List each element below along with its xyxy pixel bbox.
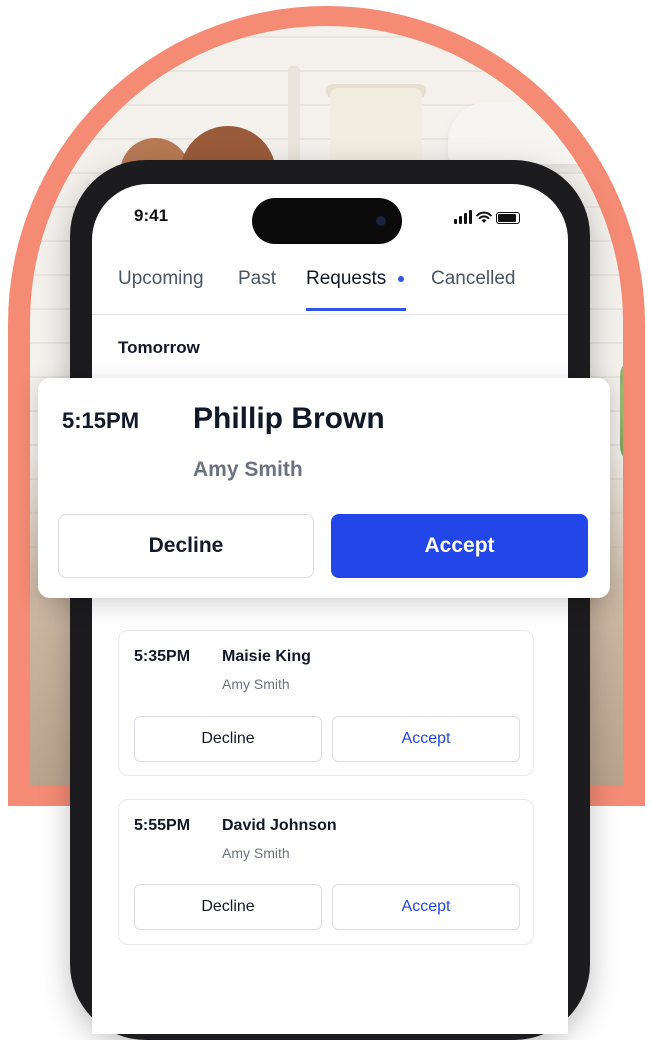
range-hood (448, 102, 623, 164)
decline-button[interactable]: Decline (58, 514, 314, 578)
accept-button[interactable]: Accept (332, 884, 520, 930)
tab-upcoming[interactable]: Upcoming (118, 268, 204, 290)
request-client-name: David Johnson (222, 817, 337, 834)
tab-requests[interactable]: Requests (306, 268, 386, 290)
request-staff-name: Amy Smith (193, 458, 303, 481)
tab-cancelled[interactable]: Cancelled (431, 268, 516, 290)
active-tab-indicator (306, 308, 406, 311)
signal-icon (454, 210, 472, 224)
status-time: 9:41 (134, 206, 169, 225)
plant (620, 356, 623, 466)
request-client-name: Maisie King (222, 648, 311, 665)
decline-button[interactable]: Decline (134, 716, 322, 762)
request-client-name: Phillip Brown (193, 402, 385, 435)
request-time: 5:15PM (62, 408, 140, 433)
accept-button[interactable]: Accept (332, 716, 520, 762)
camera-dot (376, 216, 386, 226)
tab-past[interactable]: Past (238, 268, 276, 290)
request-staff-name: Amy Smith (222, 676, 290, 692)
requests-badge-dot (398, 276, 404, 282)
request-staff-name: Amy Smith (222, 845, 290, 861)
request-time: 5:55PM (134, 817, 191, 834)
accept-button[interactable]: Accept (331, 514, 588, 578)
battery-icon (496, 212, 520, 224)
section-label: Tomorrow (118, 338, 200, 357)
status-icons (454, 208, 520, 224)
wifi-icon (476, 211, 492, 223)
decline-button[interactable]: Decline (134, 884, 322, 930)
request-time: 5:35PM (134, 648, 191, 665)
